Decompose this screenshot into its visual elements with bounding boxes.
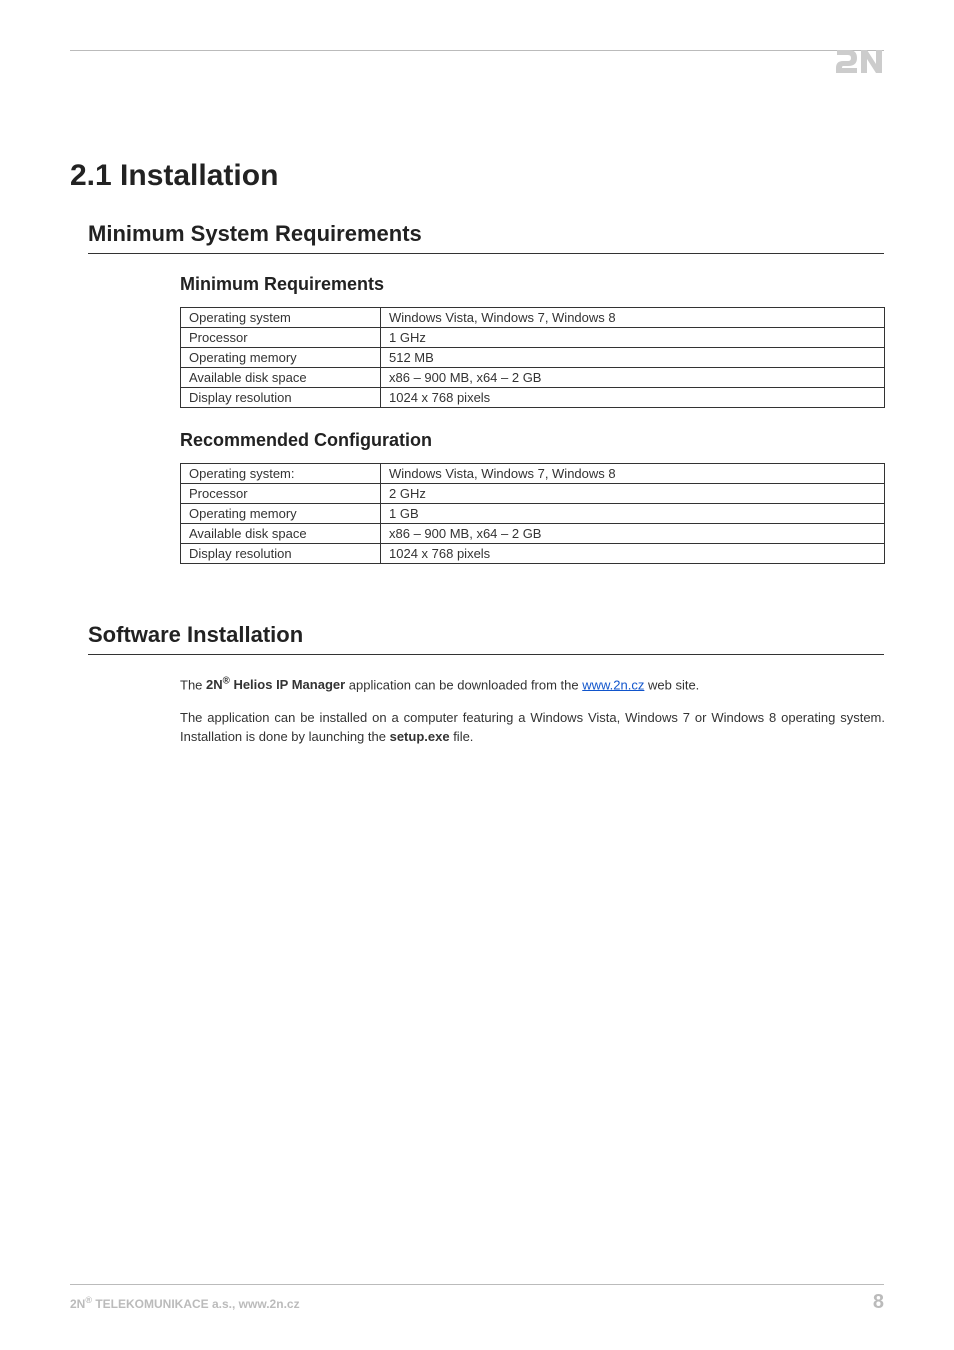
subsection-heading-rec: Recommended Configuration	[180, 430, 884, 451]
cell-label: Processor	[181, 484, 381, 504]
text: file.	[450, 729, 474, 744]
cell-label: Available disk space	[181, 368, 381, 388]
table-row: Processor 1 GHz	[181, 328, 885, 348]
table-row: Available disk space x86 – 900 MB, x64 –…	[181, 524, 885, 544]
cell-value: Windows Vista, Windows 7, Windows 8	[381, 308, 885, 328]
text: The application can be installed on a co…	[180, 710, 885, 744]
install-paragraph-1: The 2N® Helios IP Manager application ca…	[180, 675, 885, 695]
section-heading-software-install: Software Installation	[88, 622, 884, 655]
cell-value: 1 GHz	[381, 328, 885, 348]
footer-company: 2N® TELEKOMUNIKACE a.s., www.2n.cz	[70, 1295, 300, 1311]
table-row: Available disk space x86 – 900 MB, x64 –…	[181, 368, 885, 388]
cell-label: Operating memory	[181, 504, 381, 524]
text-bold: 2N	[206, 677, 223, 692]
table-minimum-requirements: Operating system Windows Vista, Windows …	[180, 307, 885, 408]
link-2n-website[interactable]: www.2n.cz	[582, 677, 644, 692]
cell-label: Operating system:	[181, 464, 381, 484]
page-footer: 2N® TELEKOMUNIKACE a.s., www.2n.cz 8	[70, 1284, 884, 1314]
section-heading-min-req: Minimum System Requirements	[88, 221, 884, 254]
text-bold: setup.exe	[390, 729, 450, 744]
registered-symbol: ®	[223, 676, 230, 687]
text: web site.	[644, 677, 699, 692]
table-row: Display resolution 1024 x 768 pixels	[181, 544, 885, 564]
table-row: Operating memory 512 MB	[181, 348, 885, 368]
registered-symbol: ®	[85, 1295, 92, 1305]
cell-label: Operating memory	[181, 348, 381, 368]
table-row: Operating memory 1 GB	[181, 504, 885, 524]
cell-value: 1 GB	[381, 504, 885, 524]
cell-value: x86 – 900 MB, x64 – 2 GB	[381, 524, 885, 544]
cell-value: 1024 x 768 pixels	[381, 388, 885, 408]
text: 2N	[70, 1297, 85, 1311]
page-title: 2.1 Installation	[70, 159, 884, 193]
cell-label: Display resolution	[181, 544, 381, 564]
install-paragraph-2: The application can be installed on a co…	[180, 709, 885, 747]
table-row: Operating system: Windows Vista, Windows…	[181, 464, 885, 484]
page-number: 8	[873, 1291, 884, 1314]
table-row: Operating system Windows Vista, Windows …	[181, 308, 885, 328]
header-rule	[70, 50, 884, 51]
table-recommended-config: Operating system: Windows Vista, Windows…	[180, 463, 885, 564]
cell-value: 2 GHz	[381, 484, 885, 504]
cell-value: Windows Vista, Windows 7, Windows 8	[381, 464, 885, 484]
cell-value: x86 – 900 MB, x64 – 2 GB	[381, 368, 885, 388]
table-row: Display resolution 1024 x 768 pixels	[181, 388, 885, 408]
footer-rule	[70, 1284, 884, 1285]
text: TELEKOMUNIKACE a.s., www.2n.cz	[92, 1297, 300, 1311]
brand-logo	[834, 49, 884, 79]
cell-value: 512 MB	[381, 348, 885, 368]
cell-label: Processor	[181, 328, 381, 348]
table-row: Processor 2 GHz	[181, 484, 885, 504]
text: The	[180, 677, 206, 692]
text: application can be downloaded from the	[345, 677, 582, 692]
cell-label: Display resolution	[181, 388, 381, 408]
cell-label: Operating system	[181, 308, 381, 328]
text-bold: Helios IP Manager	[230, 677, 345, 692]
cell-label: Available disk space	[181, 524, 381, 544]
cell-value: 1024 x 768 pixels	[381, 544, 885, 564]
header-area	[70, 59, 884, 99]
subsection-heading-min: Minimum Requirements	[180, 274, 884, 295]
